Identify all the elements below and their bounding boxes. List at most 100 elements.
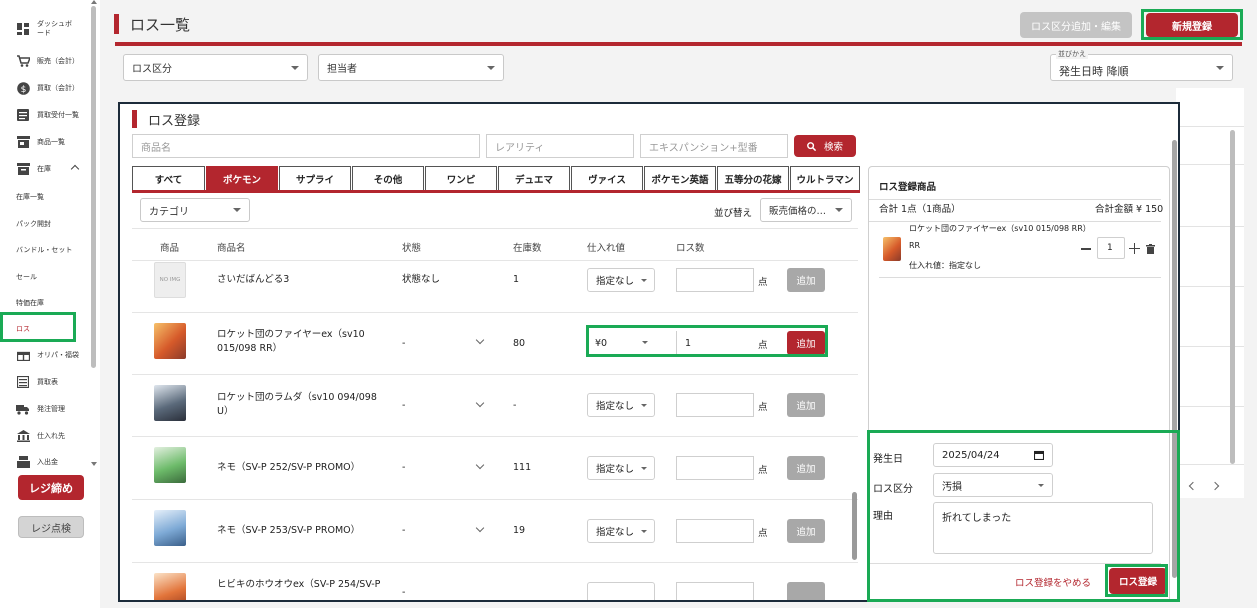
divider (132, 312, 858, 313)
sidebar-item-label: 入出金 (37, 457, 58, 466)
tab-other[interactable]: その他 (352, 166, 424, 190)
tab-onepiece[interactable]: ワンピ (425, 166, 497, 190)
category-select[interactable]: カテゴリ (140, 198, 250, 222)
sidebar-item-bundle[interactable]: バンドル・セット (0, 239, 88, 261)
loss-qty-input[interactable] (676, 268, 754, 292)
scroll-down-icon (91, 462, 97, 466)
sidebar-item-label: 在庫 (37, 164, 51, 173)
sidebar: ダッシュボード 販売（会計） $ 買取（会計） 買取受付一覧 商品一覧 在庫 在… (0, 0, 100, 608)
tab-pokemon-english[interactable]: ポケモン英語 (644, 166, 716, 190)
add-button[interactable]: 追加 (787, 393, 825, 417)
sidebar-item-label: 商品一覧 (37, 137, 65, 146)
highlight-box (586, 325, 828, 357)
sidebar-item-special-stock[interactable]: 特価在庫 (0, 292, 88, 314)
sidebar-item-inventory[interactable]: 在庫 (0, 158, 88, 180)
scrollbar-thumb[interactable] (91, 6, 96, 368)
sidebar-item-purchase-table[interactable]: 買取表 (0, 371, 88, 393)
selected-qty-input[interactable]: 1 (1097, 237, 1125, 259)
tab-ultraman[interactable]: ウルトラマン (790, 166, 860, 190)
sidebar-item-sale[interactable]: セール (0, 266, 88, 288)
product-name: ロケット団のラムダ（sv10 094/098 U） (217, 392, 377, 417)
table-scrollbar[interactable] (851, 230, 857, 600)
add-button[interactable]: 追加 (787, 519, 825, 543)
sidebar-item-orders[interactable]: 発注管理 (0, 398, 88, 420)
sidebar-item-dashboard[interactable]: ダッシュボード (0, 18, 88, 40)
divider (132, 436, 858, 437)
expansion-input[interactable]: エキスパンション+型番 (640, 134, 788, 158)
divider (132, 260, 858, 261)
caret-down-icon (641, 404, 647, 407)
divider (869, 221, 1161, 222)
tab-duema[interactable]: デュエマ (498, 166, 570, 190)
close-register-button[interactable]: レジ締め (18, 475, 84, 500)
check-register-button[interactable]: レジ点検 (18, 516, 84, 538)
gift-icon (16, 348, 30, 362)
add-button[interactable]: 追加 (787, 456, 825, 480)
loss-category-select[interactable]: ロス区分 (123, 54, 308, 81)
divider (132, 228, 858, 229)
unit-label: 点 (758, 277, 768, 288)
loss-qty-input[interactable] (676, 393, 754, 417)
tab-pokemon[interactable]: ポケモン (206, 166, 278, 190)
column-header-stock: 在庫数 (513, 243, 542, 254)
chevron-down-icon[interactable] (475, 523, 485, 533)
title-accent (132, 110, 137, 128)
tab-all[interactable]: すべて (132, 166, 205, 190)
sidebar-item-label: 販売（会計） (37, 56, 79, 65)
total-amount: 合計金額 ¥ 150 (1095, 204, 1164, 215)
sidebar-scrollbar[interactable] (90, 0, 97, 468)
edit-category-button[interactable]: ロス区分追加・編集 (1020, 12, 1132, 38)
sort-caption: 並びかえ (1056, 49, 1088, 59)
stock: 111 (513, 462, 532, 473)
caret-down-icon (641, 279, 647, 282)
stock: 80 (513, 338, 526, 349)
chevron-down-icon[interactable] (475, 460, 485, 470)
tab-supply[interactable]: サプライ (279, 166, 351, 190)
cost-select[interactable] (587, 582, 655, 600)
sidebar-item-sales[interactable]: 販売（会計） (0, 50, 88, 72)
cost-select[interactable]: 指定なし (587, 519, 655, 543)
cost-select[interactable]: 指定なし (587, 268, 655, 292)
scrollbar-thumb[interactable] (852, 492, 857, 560)
chevron-down-icon[interactable] (475, 398, 485, 408)
select-value: 発生日時 降順 (1059, 64, 1129, 78)
cost-select[interactable]: 指定なし (587, 456, 655, 480)
sidebar-item-label: 在庫一覧 (16, 192, 44, 201)
loss-qty-input[interactable] (676, 582, 754, 600)
divider (1176, 464, 1244, 465)
highlight-box (0, 312, 76, 342)
product-name-input[interactable]: 商品名 (132, 134, 480, 158)
trash-icon[interactable] (1146, 244, 1155, 254)
product-sort-select[interactable]: 販売価格の… (760, 198, 852, 222)
cost-select[interactable]: 指定なし (587, 393, 655, 417)
column-header-price: 仕入れ値 (587, 243, 626, 254)
sidebar-item-purchase[interactable]: $ 買取（会計） (0, 77, 88, 99)
add-button[interactable]: 追加 (787, 268, 825, 292)
minus-icon[interactable] (1081, 248, 1091, 250)
sidebar-item-products[interactable]: 商品一覧 (0, 131, 88, 153)
sidebar-item-suppliers[interactable]: 仕入れ先 (0, 425, 88, 447)
caret-down-icon (233, 208, 241, 212)
add-button[interactable] (787, 582, 825, 600)
sidebar-item-inventory-list[interactable]: 在庫一覧 (0, 186, 88, 208)
rarity-input[interactable]: レアリティ (486, 134, 634, 158)
sidebar-item-label: パック開封 (16, 219, 51, 228)
product-name: ロケット団のファイヤーex（sv10 015/098 RR） (217, 329, 365, 354)
chevron-down-icon[interactable] (475, 335, 485, 345)
tab-quintuplets[interactable]: 五等分の花嫁 (717, 166, 789, 190)
tab-weiss[interactable]: ヴァイス (571, 166, 643, 190)
sidebar-item-purchase-reception[interactable]: 買取受付一覧 (0, 104, 88, 126)
sidebar-item-label: 買取表 (37, 377, 58, 386)
sidebar-item-oripa[interactable]: オリパ・福袋 (0, 344, 88, 366)
staff-select[interactable]: 担当者 (318, 54, 504, 81)
search-button[interactable]: 検索 (794, 135, 856, 157)
loss-qty-input[interactable] (676, 519, 754, 543)
unit-label: 点 (758, 402, 768, 413)
scroll-up-icon (91, 0, 97, 4)
modal-title: ロス登録 (148, 114, 201, 129)
sidebar-item-cash[interactable]: 入出金 (0, 451, 88, 473)
background-scrollbar[interactable] (1230, 130, 1235, 464)
loss-qty-input[interactable] (676, 456, 754, 480)
sidebar-item-pack-open[interactable]: パック開封 (0, 213, 88, 235)
plus-icon[interactable] (1129, 243, 1140, 254)
